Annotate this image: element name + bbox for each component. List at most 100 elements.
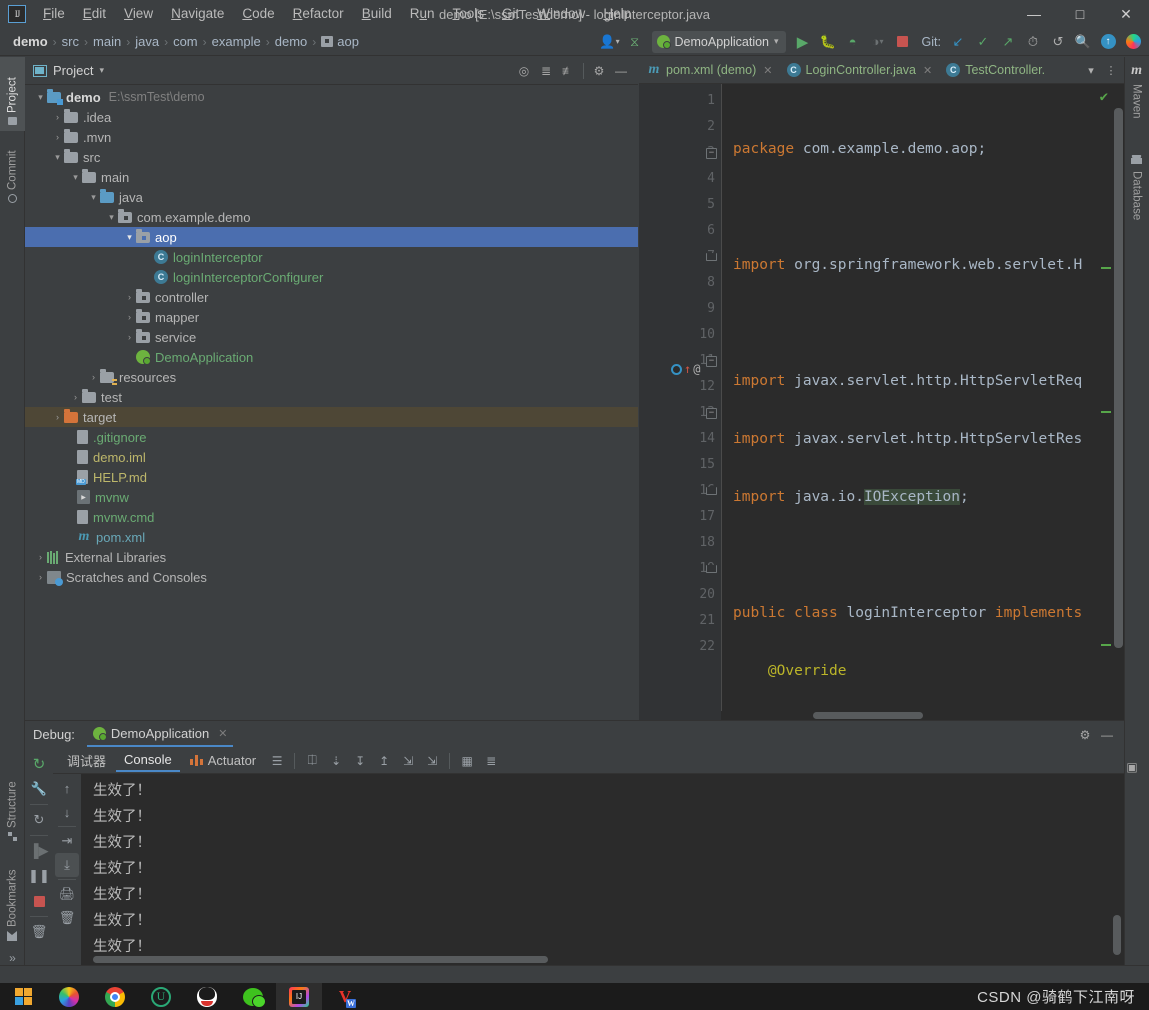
git-update-icon[interactable]: ↙ [946,30,970,54]
taskbar-photos[interactable] [46,983,92,1010]
chevron-down-icon[interactable]: ▾ [105,212,118,223]
restart-icon[interactable]: ↻ [27,808,51,832]
tree-item-mvnw[interactable]: mvnw [25,487,638,507]
debug-session-tab[interactable]: DemoApplication ✕ [86,722,234,747]
hide-icon[interactable]: — [1096,724,1118,746]
hammer-icon[interactable]: ⧖ [623,30,647,54]
profiler-icon[interactable]: ◑ ▾ [866,30,890,54]
tree-item-logininterceptorconfigurer[interactable]: C loginInterceptorConfigurer [25,267,638,287]
horizontal-scrollbar[interactable] [721,711,1112,720]
code-editor[interactable]: 1 2 3− 4 5 6 7 8 9 10 11 ↑ @ − 12 [639,84,1124,720]
debug-icon[interactable]: 🐛 [816,30,840,54]
menu-window[interactable]: Window [528,2,594,26]
editor-gutter[interactable]: 1 2 3− 4 5 6 7 8 9 10 11 ↑ @ − 12 [639,84,721,720]
chevron-down-icon[interactable]: ▾ [1081,64,1101,77]
clear-all-icon[interactable]: 🗑 [55,906,79,930]
close-icon[interactable]: ✕ [923,64,932,77]
rollback-icon[interactable]: ↺ [1046,30,1070,54]
breadcrumb-java[interactable]: java [132,33,162,50]
chevron-right-icon[interactable]: › [51,112,64,122]
maximize-button[interactable]: □ [1057,0,1103,28]
sidebar-item-project[interactable]: Project [0,57,25,131]
soft-wrap-icon[interactable]: ⇥ [55,829,79,853]
console-vertical-scrollbar[interactable] [1113,915,1121,955]
tree-item-mvnw-cmd[interactable]: mvnw.cmd [25,507,638,527]
tree-item-scratches-and-consoles[interactable]: › Scratches and Consoles [25,567,638,587]
breadcrumb-src[interactable]: src [59,33,82,50]
menu-git[interactable]: Git [493,2,528,26]
sidebar-item-commit[interactable]: Commit [0,135,25,209]
menu-view[interactable]: View [115,2,162,26]
print-icon[interactable]: 🖨 [55,882,79,906]
chevron-down-icon[interactable]: ▾ [51,152,64,163]
tab-debugger[interactable]: 调试器 [59,748,114,773]
sidebar-item-structure[interactable]: Structure [0,759,25,847]
taskbar-intellij-idea[interactable] [276,983,322,1010]
fold-icon[interactable]: − [706,148,717,159]
menu-refactor[interactable]: Refactor [284,2,353,26]
down-icon[interactable]: ↓ [55,800,79,824]
menu-file[interactable]: File [34,2,74,26]
scrollbar-thumb[interactable] [1114,108,1123,648]
override-icon[interactable] [671,363,682,375]
locate-icon[interactable]: ◎ [513,60,535,82]
chevron-right-icon[interactable]: › [51,412,64,422]
menu-tools[interactable]: Tools [444,2,494,26]
menu-build[interactable]: Build [353,2,401,26]
run-to-cursor-icon[interactable]: ⇲ [397,750,419,772]
tree-item-java[interactable]: ▾ java [25,187,638,207]
horizontal-scrollbar-thumb[interactable] [813,712,923,719]
code-content[interactable]: package com.example.demo.aop; import org… [721,84,1124,720]
fold-icon[interactable]: − [706,356,717,367]
more-tools-icon[interactable]: » [0,951,25,965]
chevron-right-icon[interactable]: › [87,372,100,382]
close-icon[interactable]: ✕ [218,727,227,740]
menu-icon[interactable]: ☰ [266,750,288,772]
breadcrumb-main[interactable]: main [90,33,124,50]
menu-edit[interactable]: Edit [74,2,115,26]
evaluate-icon[interactable]: ⇲ [421,750,443,772]
settings-icon[interactable]: ⚙ [588,60,610,82]
tree-item-service[interactable]: › service [25,327,638,347]
tab-logincontroller[interactable]: C LoginController.java ✕ [779,57,939,83]
tree-item-pom-xml[interactable]: m pom.xml [25,527,638,547]
close-icon[interactable]: ✕ [763,64,772,77]
settings-icon[interactable]: ⚙ [1074,724,1096,746]
tree-item-controller[interactable]: › controller [25,287,638,307]
tree-item-target[interactable]: › target [25,407,638,427]
expand-all-icon[interactable]: ≣ [535,60,557,82]
tree-item-com-example-demo[interactable]: ▾ com.example.demo [25,207,638,227]
up-icon[interactable]: ↑ [55,776,79,800]
tree-item-mvn[interactable]: › .mvn [25,127,638,147]
tab-testcontroller[interactable]: C TestController. [938,57,1050,83]
breadcrumb-demo[interactable]: demo [10,33,51,50]
tree-item-src[interactable]: ▾ src [25,147,638,167]
chevron-down-icon[interactable]: ▾ [123,232,136,243]
chevron-right-icon[interactable]: › [34,552,47,562]
sidebar-item-database[interactable]: Database [1124,149,1149,241]
chevron-right-icon[interactable]: › [69,392,82,402]
person-icon[interactable]: 👤 ▾ [598,30,622,54]
updates-icon[interactable]: ↑ [1096,30,1120,54]
breadcrumb-com[interactable]: com [170,33,201,50]
fold-end-icon[interactable] [706,487,717,495]
breadcrumb-aop[interactable]: aop [318,33,362,50]
tree-item-mapper[interactable]: › mapper [25,307,638,327]
minimize-button[interactable]: — [1011,0,1057,28]
trash-icon[interactable]: 🗑 [27,920,51,944]
tree-item-aop[interactable]: ▾ aop [25,227,638,247]
tree-item-demoapplication[interactable]: DemoApplication [25,347,638,367]
menu-code[interactable]: Code [233,2,283,26]
chevron-down-icon[interactable]: ▾ [87,192,100,203]
chevron-right-icon[interactable]: › [51,132,64,142]
tab-console[interactable]: Console [116,749,180,772]
ide-help-icon[interactable] [1121,30,1145,54]
tree-item-logininterceptor[interactable]: C loginInterceptor [25,247,638,267]
filter-icon[interactable]: ≣ [480,750,502,772]
git-push-icon[interactable]: ↗ [996,30,1020,54]
taskbar-wps[interactable]: V [322,983,368,1010]
fold-icon[interactable]: − [706,408,717,419]
menu-run[interactable]: Run [401,2,444,26]
sidebar-item-bookmarks[interactable]: Bookmarks [0,851,25,947]
tab-actuator[interactable]: Actuator [182,750,264,771]
